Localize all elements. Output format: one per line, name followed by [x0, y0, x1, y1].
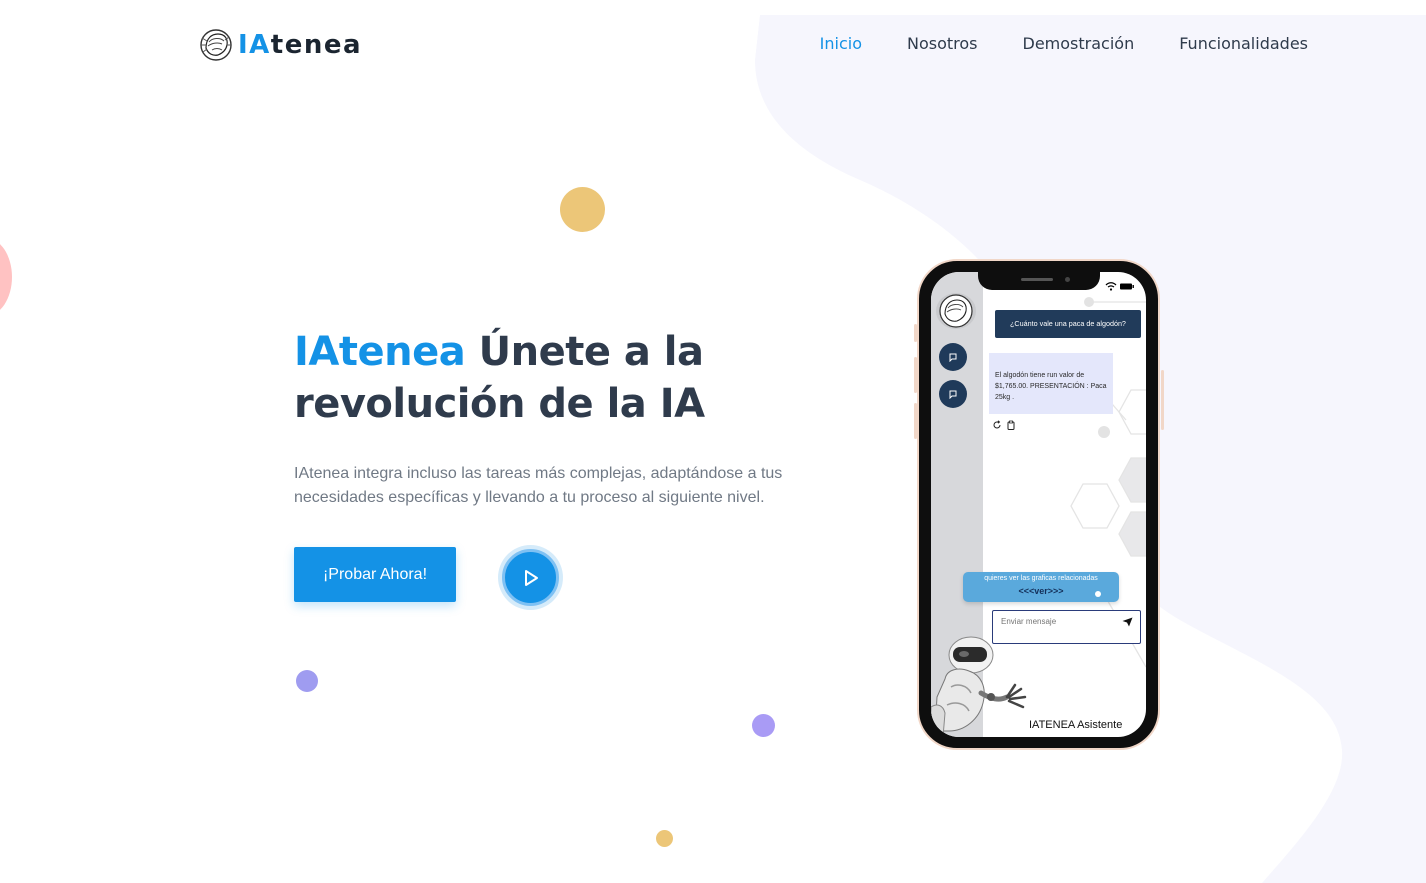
play-video-button[interactable]	[502, 549, 559, 606]
try-now-button[interactable]: ¡Probar Ahora!	[294, 547, 456, 602]
hero-title-line1: Únete a la	[465, 329, 704, 375]
suggestion-text: quieres ver las graficas relacionadas	[984, 575, 1098, 582]
decorative-circle	[656, 830, 673, 847]
play-icon	[524, 569, 538, 586]
chat-history-button[interactable]	[939, 380, 967, 408]
copy-icon[interactable]	[1006, 420, 1016, 430]
hero-title-brand: IAtenea	[294, 329, 466, 375]
nav-item-demostracion[interactable]: Demostración	[1023, 34, 1135, 53]
suggestion-button[interactable]: quieres ver las graficas relacionadas <<…	[963, 572, 1119, 602]
phone-notch	[978, 272, 1100, 290]
assistant-label: IATENEA Asistente	[1029, 719, 1123, 731]
robot-illustration	[931, 636, 1027, 737]
suggestion-dot	[1095, 591, 1101, 597]
bot-message: El algodón tiene run valor de $1,765.00.…	[989, 353, 1113, 414]
hero-title: IAtenea Únete a la revolución de la IA	[294, 326, 854, 430]
user-message: ¿Cuánto vale una paca de algodón?	[995, 310, 1141, 338]
phone-screen: ¿Cuánto vale una paca de algodón? El alg…	[931, 272, 1146, 737]
message-input[interactable]	[1001, 617, 1111, 626]
hero-title-line2: revolución de la IA	[294, 381, 705, 427]
nav-item-nosotros[interactable]: Nosotros	[907, 34, 978, 53]
brand-logo[interactable]: IAtenea	[198, 28, 362, 62]
nav-item-inicio[interactable]: Inicio	[820, 34, 862, 53]
hero-description: IAtenea integra incluso las tareas más c…	[294, 465, 783, 506]
chat-history-button[interactable]	[939, 343, 967, 371]
status-bar	[1105, 282, 1134, 291]
phone-mockup: ¿Cuánto vale una paca de algodón? El alg…	[917, 259, 1160, 750]
refresh-icon[interactable]	[992, 420, 1002, 430]
brand-name: IAtenea	[238, 30, 363, 60]
athena-logo-icon	[200, 29, 232, 61]
decorative-circle	[296, 670, 318, 692]
site-header: IAtenea Inicio Nosotros Demostración Fun…	[0, 0, 1426, 90]
athena-avatar-icon	[936, 293, 976, 329]
decorative-circle	[560, 187, 605, 232]
chat-bubble-icon	[949, 353, 957, 362]
phone-side-button	[1161, 370, 1164, 430]
battery-icon	[1120, 283, 1134, 290]
message-actions	[992, 420, 1016, 430]
hero-section: IAtenea Únete a la revolución de la IA I…	[294, 326, 854, 510]
main-nav: Inicio Nosotros Demostración Funcionalid…	[820, 34, 1308, 53]
wifi-icon	[1105, 282, 1117, 291]
chat-bubble-icon	[949, 390, 957, 399]
nav-item-funcionalidades[interactable]: Funcionalidades	[1179, 34, 1308, 53]
send-icon[interactable]	[1122, 617, 1133, 627]
decorative-circle	[752, 714, 775, 737]
